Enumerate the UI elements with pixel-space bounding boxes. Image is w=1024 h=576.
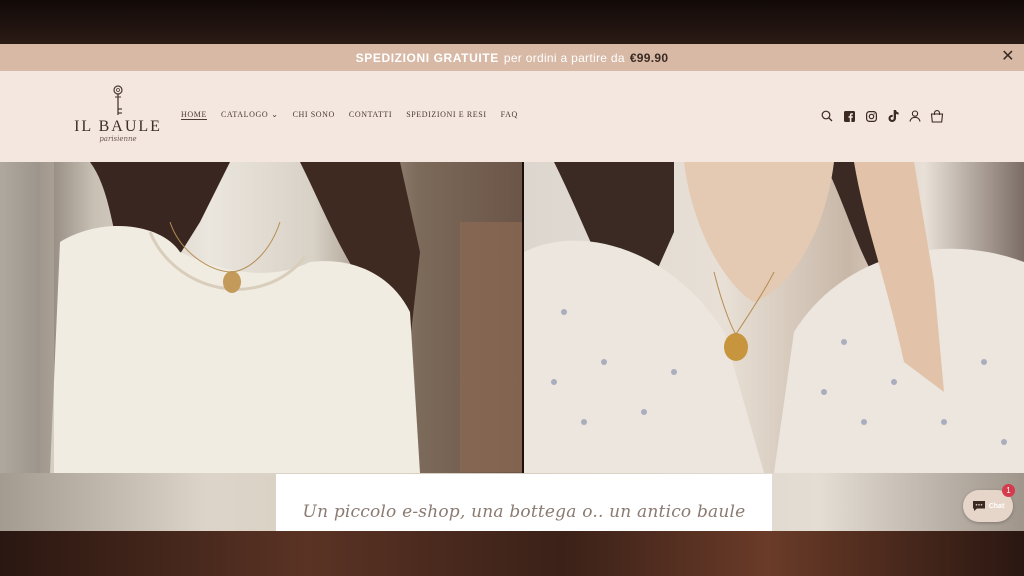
chat-button[interactable]: Chat 1 [963, 484, 1015, 522]
facebook-icon[interactable] [842, 109, 856, 123]
close-announcement-button[interactable]: ✕ [998, 47, 1018, 67]
site-header: IL BAULE parisienne HOME CATALOGO ⌄ CHI S… [0, 71, 1024, 162]
chat-icon [972, 501, 985, 511]
nav-item-catalogo[interactable]: CATALOGO ⌄ [221, 110, 279, 119]
logo[interactable]: IL BAULE parisienne [72, 85, 164, 151]
key-icon [113, 85, 123, 115]
hero-photo-left-illustration [0, 162, 522, 473]
chat-label: Chat [988, 502, 1005, 510]
nav-item-faq[interactable]: FAQ [501, 110, 518, 119]
hero-caption-box: Un piccolo e-shop, una bottega o.. un an… [276, 474, 772, 531]
announcement-bar: SPEDIZIONI GRATUITE per ordini a partire… [0, 44, 1024, 71]
hero-image-left [0, 162, 522, 473]
nav-item-chi-sono[interactable]: CHI SONO [293, 110, 335, 119]
chat-notification-badge: 1 [1002, 484, 1015, 497]
nav-item-catalogo-label: CATALOGO [220, 110, 269, 119]
cart-icon[interactable] [930, 109, 944, 123]
nav-item-home[interactable]: HOME [181, 110, 207, 119]
hero-banner: Un piccolo e-shop, una bottega o.. un an… [0, 162, 1024, 531]
announcement-strong: SPEDIZIONI GRATUITE [355, 50, 499, 65]
nav-item-contatti[interactable]: CONTATTI [349, 110, 392, 119]
video-frame-top [0, 0, 1024, 44]
search-icon[interactable] [820, 109, 834, 123]
logo-name: IL BAULE [74, 118, 162, 135]
instagram-icon[interactable] [864, 109, 878, 123]
announcement-price: €99.90 [629, 50, 669, 65]
hero-photo-right-illustration [524, 162, 1024, 473]
tiktok-icon[interactable] [886, 109, 900, 123]
logo-subtitle: parisienne [99, 135, 137, 143]
announcement-text: per ordini a partire da [503, 50, 625, 65]
hero-image-right [524, 162, 1024, 473]
video-frame-bottom [0, 531, 1024, 576]
chevron-down-icon: ⌄ [271, 110, 279, 119]
main-nav: HOME CATALOGO ⌄ CHI SONO CONTATTI SPEDIZI… [181, 110, 532, 119]
account-icon[interactable] [908, 109, 922, 123]
hero-caption: Un piccolo e-shop, una bottega o.. un an… [302, 502, 746, 522]
nav-item-spedizioni-e-resi[interactable]: SPEDIZIONI E RESI [406, 110, 486, 119]
header-icons [820, 109, 952, 123]
